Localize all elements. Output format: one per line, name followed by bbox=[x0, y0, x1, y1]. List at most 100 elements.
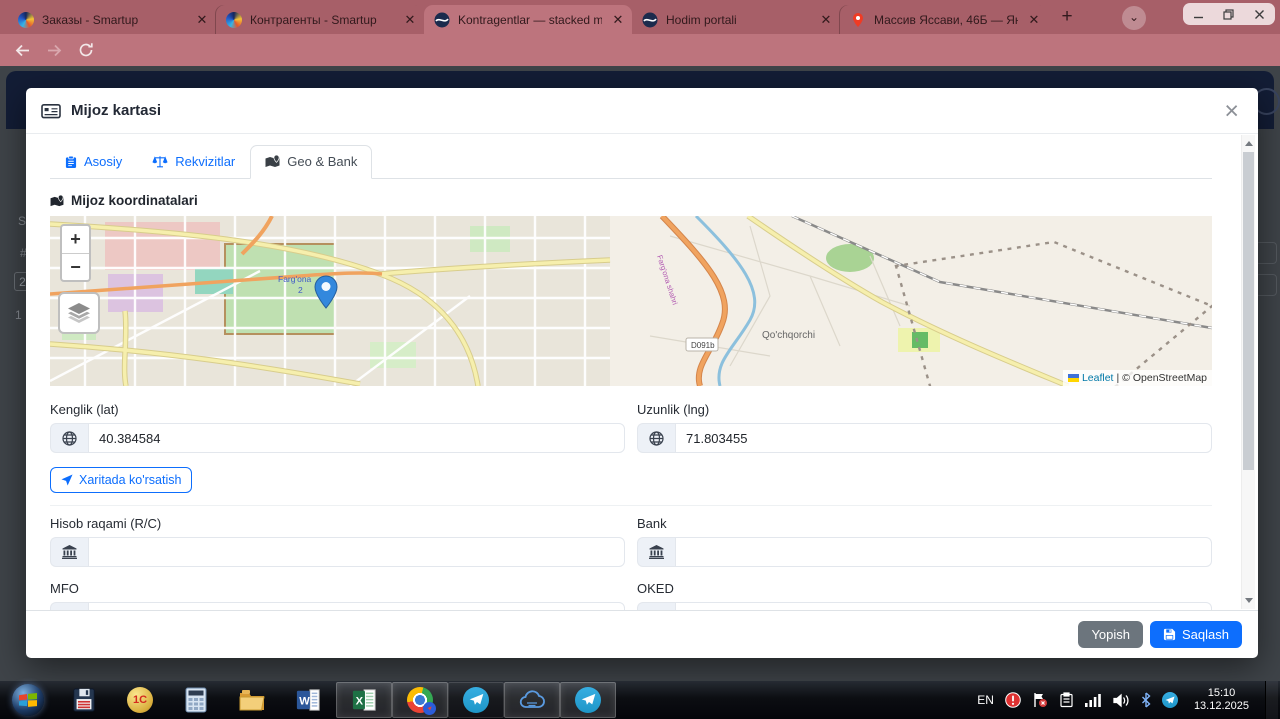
start-button[interactable] bbox=[0, 682, 56, 718]
browser-tab-kontragenty[interactable]: Контрагенты - Smartup ✕ bbox=[216, 5, 424, 34]
lat-input[interactable] bbox=[88, 423, 625, 453]
tab-close-icon[interactable]: ✕ bbox=[194, 12, 210, 28]
tab-rekvizitlar[interactable]: Rekvizitlar bbox=[137, 145, 250, 179]
language-indicator[interactable]: EN bbox=[977, 693, 994, 707]
map-attribution: Leaflet | © OpenStreetMap bbox=[1062, 370, 1212, 386]
show-on-map-button[interactable]: Xaritada ko'rsatish bbox=[50, 467, 193, 493]
new-tab-button[interactable]: + bbox=[1054, 5, 1080, 31]
folder-icon bbox=[239, 690, 265, 711]
bank-label: Bank bbox=[637, 516, 667, 531]
tab-search-chevron-icon[interactable]: ⌄ bbox=[1122, 6, 1146, 30]
tab-label: Asosiy bbox=[84, 154, 123, 169]
tab-geo-bank[interactable]: Geo & Bank bbox=[250, 145, 373, 179]
taskbar-app-telegram[interactable] bbox=[448, 682, 504, 718]
scroll-up-arrow[interactable] bbox=[1242, 135, 1255, 150]
taskbar-app-explorer[interactable] bbox=[224, 682, 280, 718]
tab-close-icon[interactable]: ✕ bbox=[402, 12, 418, 28]
browser-tab-zakazy[interactable]: Заказы - Smartup ✕ bbox=[8, 5, 216, 34]
browser-tab-hodim[interactable]: Hodim portali ✕ bbox=[632, 5, 840, 34]
smartup-logo-icon bbox=[226, 11, 242, 28]
minimize-icon[interactable] bbox=[1193, 9, 1204, 20]
modal-close-icon[interactable]: × bbox=[1220, 98, 1243, 123]
telegram-tray-icon[interactable] bbox=[1161, 692, 1178, 708]
taskbar-app-word[interactable]: W bbox=[280, 682, 336, 718]
lng-input[interactable] bbox=[675, 423, 1212, 453]
tab-close-icon[interactable]: ✕ bbox=[610, 12, 626, 28]
svg-text:X: X bbox=[355, 696, 363, 708]
taskbar-app-excel[interactable]: X bbox=[336, 682, 392, 718]
alert-tray-icon[interactable] bbox=[1005, 692, 1021, 708]
bank-input[interactable] bbox=[675, 537, 1212, 567]
browser-tab-kontragentlar-active[interactable]: Kontragentlar — stacked moda ✕ bbox=[424, 5, 632, 34]
osm-link[interactable]: © OpenStreetMap bbox=[1122, 372, 1207, 384]
tab-label: Hodim portali bbox=[666, 12, 737, 27]
leaflet-link[interactable]: Leaflet bbox=[1082, 372, 1114, 384]
tab-label: Контрагенты - Smartup bbox=[250, 12, 377, 27]
ukraine-flag-icon bbox=[1067, 374, 1079, 382]
taskbar-app-save[interactable] bbox=[56, 682, 112, 718]
svg-text:D091b: D091b bbox=[691, 341, 715, 350]
browser-tab-yandex-maps[interactable]: Массив Яссави, 46Б — Яндекс ✕ bbox=[840, 5, 1048, 34]
close-window-icon[interactable] bbox=[1254, 9, 1265, 20]
reload-icon[interactable] bbox=[78, 42, 94, 58]
page-side-button bbox=[1255, 274, 1277, 296]
oked-input[interactable] bbox=[675, 602, 1212, 610]
forward-icon[interactable] bbox=[46, 42, 63, 59]
action-center-flag-icon[interactable] bbox=[1032, 692, 1048, 708]
modal-body: Asosiy Rekvizitlar Geo & Bank Mijoz koor… bbox=[26, 135, 1258, 610]
leaflet-map[interactable]: Farg'ona 2 Qo'chqorchi D091b Farg'ona sh… bbox=[50, 216, 1212, 386]
time: 15:10 bbox=[1207, 687, 1236, 699]
taskbar-clock[interactable]: 15:10 13.12.2025 bbox=[1189, 687, 1254, 713]
map-users-icon bbox=[50, 194, 64, 207]
zoom-out-button[interactable]: − bbox=[62, 253, 89, 280]
bluetooth-icon[interactable] bbox=[1141, 692, 1151, 708]
clipboard-tray-icon[interactable] bbox=[1059, 692, 1074, 708]
zoom-in-button[interactable]: + bbox=[62, 226, 89, 253]
restore-icon[interactable] bbox=[1223, 8, 1235, 20]
tab-label: Geo & Bank bbox=[287, 154, 358, 169]
backdrop-text: 1 bbox=[15, 308, 22, 322]
globe-icon bbox=[637, 423, 675, 453]
show-desktop-button[interactable] bbox=[1265, 681, 1278, 719]
balance-scale-icon bbox=[152, 155, 168, 169]
tab-close-icon[interactable]: ✕ bbox=[1026, 12, 1042, 28]
divider bbox=[50, 505, 1212, 506]
map-tiles: Farg'ona 2 Qo'chqorchi D091b Farg'ona sh… bbox=[50, 216, 1212, 386]
layers-icon bbox=[68, 303, 90, 323]
save-button[interactable]: Saqlash bbox=[1150, 621, 1242, 648]
tab-label: Массив Яссави, 46Б — Яндекс bbox=[874, 12, 1018, 27]
oked-label: OKED bbox=[637, 581, 674, 596]
svg-text:W: W bbox=[299, 696, 310, 708]
modal-header: Mijoz kartasi × bbox=[26, 88, 1258, 134]
scrollbar-thumb[interactable] bbox=[1243, 152, 1254, 470]
taskbar-app-1c[interactable]: 1С bbox=[112, 682, 168, 718]
account-label: Hisob raqami (R/C) bbox=[50, 516, 162, 531]
account-input[interactable] bbox=[88, 537, 625, 567]
volume-icon[interactable] bbox=[1113, 693, 1130, 708]
modal-scrollbar[interactable] bbox=[1241, 135, 1255, 609]
mfo-input[interactable] bbox=[88, 602, 625, 610]
bank-field-group: Bank bbox=[637, 516, 1212, 567]
mfo-field-group: MFO bbox=[50, 581, 625, 610]
taskbar-app-cloud[interactable] bbox=[504, 682, 560, 718]
map-layers-button[interactable] bbox=[58, 292, 100, 334]
lat-field-group: Kenglik (lat) bbox=[50, 402, 625, 453]
close-button[interactable]: Yopish bbox=[1078, 621, 1144, 648]
save-floppy-icon bbox=[1163, 628, 1176, 641]
tab-asosiy[interactable]: Asosiy bbox=[50, 145, 137, 179]
site-globe-icon bbox=[434, 12, 450, 28]
bank-icon bbox=[50, 537, 88, 567]
taskbar-app-chrome[interactable] bbox=[392, 682, 448, 718]
taskbar-app-calculator[interactable] bbox=[168, 682, 224, 718]
scroll-down-arrow[interactable] bbox=[1242, 594, 1255, 609]
browser-toolbar: daily-suvi.com/19l/public/mijozlar.php bbox=[0, 34, 1280, 97]
network-signal-icon[interactable] bbox=[1084, 693, 1102, 707]
backdrop-text: S bbox=[18, 214, 27, 228]
floppy-app-icon bbox=[73, 688, 95, 712]
tab-close-icon[interactable]: ✕ bbox=[818, 12, 834, 28]
section-title: Mijoz koordinatalari bbox=[50, 193, 1212, 208]
mfo-label: MFO bbox=[50, 581, 79, 596]
taskbar-app-telegram-2[interactable] bbox=[560, 682, 616, 718]
telegram-icon bbox=[575, 687, 601, 713]
back-icon[interactable] bbox=[14, 42, 31, 59]
